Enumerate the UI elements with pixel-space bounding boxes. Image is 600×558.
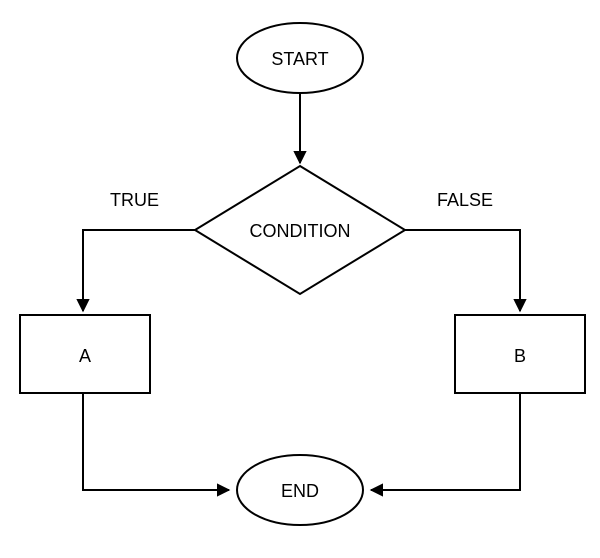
false-edge-label: FALSE	[437, 190, 493, 210]
end-label: END	[281, 481, 319, 501]
edge-condition-to-b	[405, 230, 520, 311]
start-label: START	[271, 49, 328, 69]
process-a-label: A	[79, 346, 91, 366]
edge-b-to-end	[371, 393, 520, 490]
condition-label: CONDITION	[250, 221, 351, 241]
edge-a-to-end	[83, 393, 229, 490]
edge-condition-to-a	[83, 230, 195, 311]
process-b-label: B	[514, 346, 526, 366]
flowchart-diagram: START CONDITION TRUE FALSE A B END	[0, 0, 600, 558]
true-edge-label: TRUE	[110, 190, 159, 210]
